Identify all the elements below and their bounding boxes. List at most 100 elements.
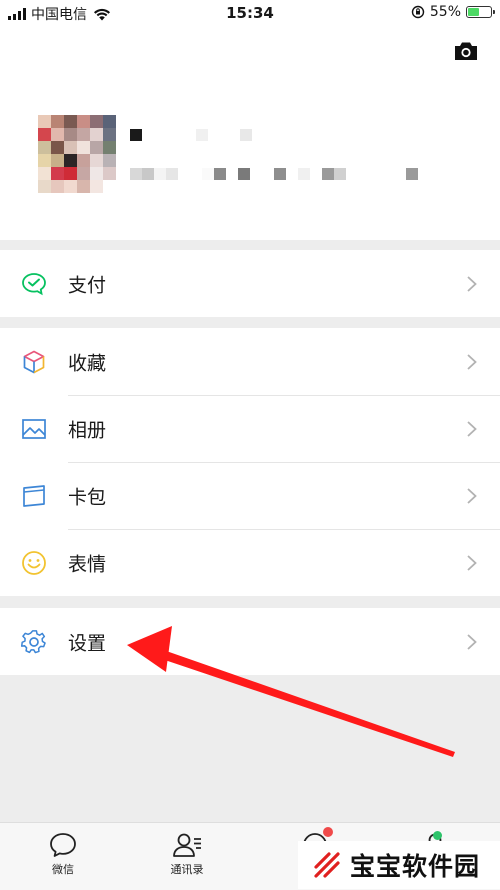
avatar-pixel [51,154,64,167]
wechat-id-pixel [370,168,382,180]
menu-group-main: 收藏 相册 卡包 表情 [0,328,500,596]
chat-bubble-icon [50,833,76,857]
avatar-pixel [51,128,64,141]
wechat-id-pixel [226,168,238,180]
chevron-right-icon [467,353,477,370]
menu-item-settings[interactable]: 设置 [0,608,500,675]
avatar-pixel [90,141,103,154]
avatar-pixel [90,128,103,141]
wechat-id-pixel [322,168,334,180]
avatar-pixel [51,180,64,193]
me-badge [433,831,442,840]
avatar-pixel [103,128,116,141]
wechat-id-pixel [190,168,202,180]
status-bar: 中国电信 15:34 55% [0,0,500,28]
wechat-id-pixel [238,168,250,180]
wechat-id-pixel [286,168,298,180]
avatar-pixel [64,115,77,128]
wechat-id-pixel [178,168,190,180]
wechat-id-pixel [298,168,310,180]
avatar-pixel [38,128,51,141]
avatar-pixel [77,154,90,167]
avatar-pixel [103,167,116,180]
cube-icon [23,350,45,373]
wechat-id-pixel [142,168,154,180]
wechat-pay-icon [22,272,46,295]
avatar-pixel [51,167,64,180]
camera-icon[interactable] [453,40,479,62]
chevron-right-icon [467,420,477,437]
avatar-pixel [77,128,90,141]
wechat-id-pixel [274,168,286,180]
avatar-pixel [38,154,51,167]
avatar-pixel [64,167,77,180]
avatar-pixel [77,115,90,128]
battery-icon [466,6,495,18]
chevron-right-icon [467,275,477,292]
wechat-id-pixel [214,168,226,180]
menu-item-pay[interactable]: 支付 [0,250,500,317]
menu-label-favorites: 收藏 [68,352,107,374]
menu-item-stickers[interactable]: 表情 [0,529,500,596]
wechat-id-pixel [334,168,346,180]
wechat-id-pixel [130,168,142,180]
avatar-pixel [51,141,64,154]
menu-label-stickers: 表情 [68,553,107,575]
avatar-pixel [103,115,116,128]
avatar-pixel [103,154,116,167]
avatar-pixel [103,180,116,193]
watermark: 宝宝软件园 [298,841,500,889]
wechat-id-pixel [346,168,358,180]
avatar-pixel [77,180,90,193]
menu-item-favorites[interactable]: 收藏 [0,328,500,395]
avatar-pixel [51,115,64,128]
wechat-id-pixel [262,168,274,180]
avatar-pixel [90,115,103,128]
wechat-id-pixel [394,168,406,180]
tab-label-contacts: 通讯录 [170,863,204,876]
wechat-id-pixel [166,168,178,180]
watermark-logo-icon [314,852,340,878]
avatar-pixel [64,141,77,154]
avatar[interactable] [38,115,116,193]
chevron-right-icon [467,554,477,571]
battery-fill [468,8,479,16]
tab-contacts[interactable]: 通讯录 [142,831,232,877]
menu-item-album[interactable]: 相册 [0,395,500,462]
wechat-id-pixel [382,168,394,180]
avatar-pixel [38,167,51,180]
avatar-pixel [64,154,77,167]
profile-header[interactable] [0,28,500,240]
chevron-right-icon [467,633,477,650]
wechat-id-pixel [250,168,262,180]
wechat-id-pixel [406,168,418,180]
wechat-id-pixel [202,168,214,180]
discover-badge [323,827,333,837]
gear-icon [21,629,46,653]
avatar-pixel [77,141,90,154]
menu-group-pay: 支付 [0,250,500,317]
avatar-pixel [90,180,103,193]
menu-label-cards: 卡包 [68,486,107,508]
card-icon [23,484,45,507]
tab-chats[interactable]: 微信 [18,831,108,877]
status-bar-right: 55% [411,4,495,20]
chevron-right-icon [467,487,477,504]
avatar-pixel [38,115,51,128]
avatar-pixel [90,167,103,180]
rotation-lock-icon [411,5,425,19]
avatar-pixel [103,141,116,154]
avatar-pixel [64,128,77,141]
menu-group-settings: 设置 [0,608,500,675]
wechat-id-pixel [154,168,166,180]
battery-percent: 55% [429,4,461,20]
avatar-pixel [38,141,51,154]
wechat-id-pixel [310,168,322,180]
nickname [130,129,252,141]
avatar-pixel [38,180,51,193]
watermark-text: 宝宝软件园 [350,852,481,881]
avatar-pixel [77,167,90,180]
avatar-pixel [90,154,103,167]
menu-item-cards[interactable]: 卡包 [0,462,500,529]
contacts-icon [173,833,201,857]
